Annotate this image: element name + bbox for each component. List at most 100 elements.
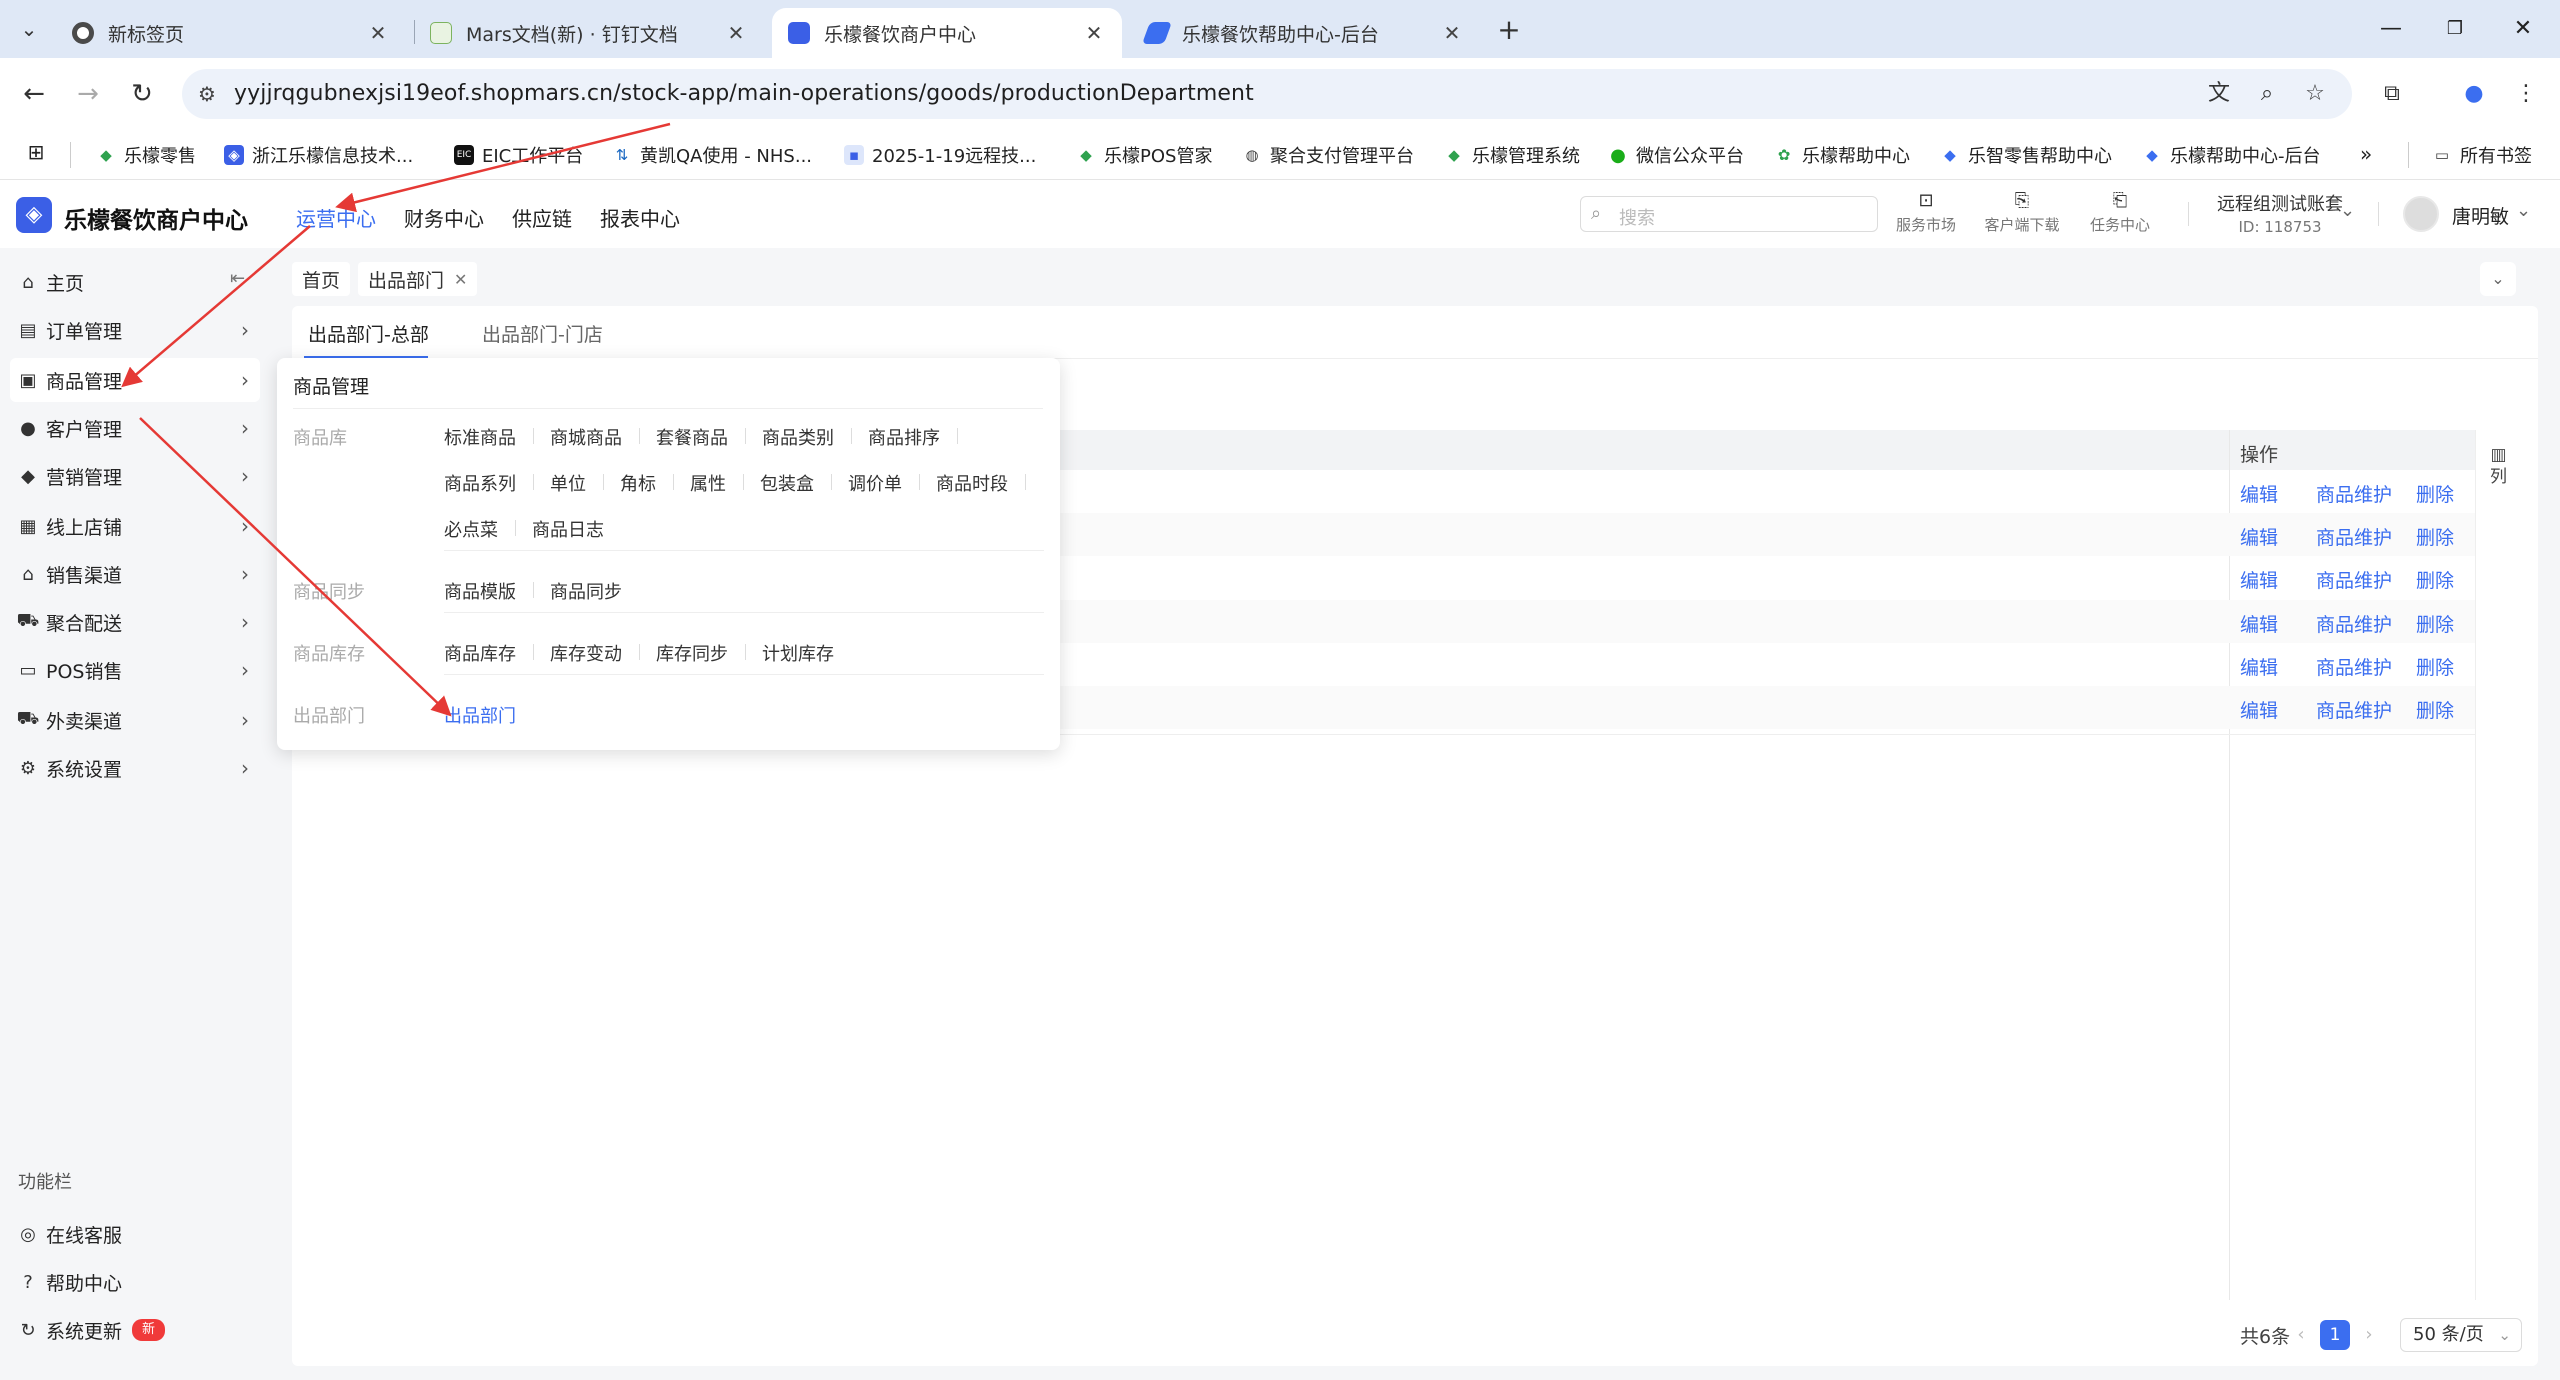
column-settings-button[interactable]: ▥ 列 (2490, 444, 2507, 488)
dropdown-menu-item[interactable]: 调价单 (848, 470, 902, 496)
browser-tab-3[interactable]: 乐檬餐饮商户中心 ✕ (772, 8, 1122, 58)
bookmark-item[interactable]: ◈ 浙江乐檬信息技术... (224, 142, 413, 168)
delete-link[interactable]: 删除 (2416, 566, 2454, 593)
bookmark-item[interactable]: ✿ 乐檬帮助中心 (1774, 142, 1910, 168)
dropdown-menu-item[interactable]: 商品时段 (936, 470, 1008, 496)
next-page-icon[interactable]: › (2354, 1320, 2384, 1350)
site-info-icon[interactable]: ⚙ (198, 82, 216, 106)
browser-tab-2[interactable]: Mars文档(新) · 钉钉文档 ✕ (414, 8, 764, 58)
restore-icon[interactable]: ❐ (2440, 14, 2470, 44)
delete-link[interactable]: 删除 (2416, 610, 2454, 637)
sidebar-item-help[interactable]: ? 帮助中心 (10, 1260, 260, 1304)
edit-link[interactable]: 编辑 (2240, 480, 2278, 507)
bookmark-item[interactable]: ▪ 2025-1-19远程技... (844, 142, 1036, 168)
chevron-down-icon[interactable]: ⌄ (2340, 200, 2355, 221)
crumb-current[interactable]: 出品部门 ✕ (358, 262, 478, 296)
bookmark-item[interactable]: EIC EIC工作平台 (454, 142, 583, 168)
goods-maintain-link[interactable]: 商品维护 (2316, 566, 2392, 593)
goods-maintain-link[interactable]: 商品维护 (2316, 696, 2392, 723)
translate-icon[interactable]: 文 (2204, 79, 2234, 109)
edit-link[interactable]: 编辑 (2240, 566, 2278, 593)
close-tab-icon[interactable]: ✕ (454, 270, 467, 289)
delete-link[interactable]: 删除 (2416, 523, 2454, 550)
dropdown-menu-item[interactable]: 商城商品 (550, 424, 622, 450)
sidebar-item-online-support[interactable]: ◎ 在线客服 (10, 1212, 260, 1256)
goods-maintain-link[interactable]: 商品维护 (2316, 523, 2392, 550)
delete-link[interactable]: 删除 (2416, 480, 2454, 507)
user-name[interactable]: 唐明敏 (2452, 202, 2509, 229)
page-size-select[interactable]: 50 条/页 ⌄ (2400, 1318, 2522, 1352)
dropdown-menu-item[interactable]: 商品系列 (444, 470, 516, 496)
dropdown-menu-item[interactable]: 单位 (550, 470, 586, 496)
crumb-home[interactable]: 首页 (292, 262, 351, 296)
nav-reports[interactable]: 报表中心 (600, 203, 680, 232)
nav-supply-chain[interactable]: 供应链 (512, 203, 572, 232)
dropdown-menu-item[interactable]: 角标 (620, 470, 656, 496)
sidebar-item-settings[interactable]: ⚙ 系统设置 › (10, 746, 260, 790)
dropdown-menu-item[interactable]: 必点菜 (444, 516, 498, 542)
tab-headquarters[interactable]: 出品部门-总部 (308, 320, 429, 347)
sidebar-item-takeout[interactable]: ⛟ 外卖渠道 › (10, 698, 260, 742)
extensions-icon[interactable]: ⧉ (2374, 76, 2410, 112)
edit-link[interactable]: 编辑 (2240, 610, 2278, 637)
dropdown-menu-item[interactable]: 库存同步 (656, 640, 728, 666)
new-tab-button[interactable]: + (1492, 12, 1526, 46)
tab-search-icon[interactable]: ⌄ (12, 12, 46, 46)
sidebar-item-customers[interactable]: ● 客户管理 › (10, 406, 260, 450)
client-download-button[interactable]: ⎘ 客户端下载 (1982, 190, 2062, 235)
delete-link[interactable]: 删除 (2416, 696, 2454, 723)
chevron-down-icon[interactable]: ⌄ (2480, 262, 2516, 296)
dropdown-menu-item[interactable]: 属性 (690, 470, 726, 496)
edit-link[interactable]: 编辑 (2240, 523, 2278, 550)
bookmark-item[interactable]: ◆ 乐智零售帮助中心 (1940, 142, 2112, 168)
forward-icon[interactable]: → (70, 76, 106, 112)
dropdown-menu-item[interactable]: 库存变动 (550, 640, 622, 666)
bookmark-item[interactable]: ● 微信公众平台 (1608, 142, 1744, 168)
dropdown-menu-item[interactable]: 商品库存 (444, 640, 516, 666)
dropdown-menu-item[interactable]: 商品日志 (532, 516, 604, 542)
close-icon[interactable]: ✕ (1440, 21, 1464, 45)
sidebar-item-delivery[interactable]: ⛟ 聚合配送 › (10, 600, 260, 644)
dropdown-menu-item[interactable]: 标准商品 (444, 424, 516, 450)
reload-icon[interactable]: ↻ (124, 76, 160, 112)
page-1-button[interactable]: 1 (2320, 1320, 2350, 1350)
url-text[interactable]: yyjjrqgubnexjsi19eof.shopmars.cn/stock-a… (234, 81, 1254, 106)
bookmark-item[interactable]: ◆ 乐檬管理系统 (1444, 142, 1580, 168)
dropdown-menu-item[interactable]: 包装盒 (760, 470, 814, 496)
edit-link[interactable]: 编辑 (2240, 653, 2278, 680)
bookmark-item[interactable]: ◆ 乐檬零售 (96, 142, 196, 168)
account-switcher[interactable]: 远程组测试账套 ID: 118753 (2200, 190, 2360, 236)
goods-maintain-link[interactable]: 商品维护 (2316, 610, 2392, 637)
close-icon[interactable]: ✕ (366, 21, 390, 45)
edit-link[interactable]: 编辑 (2240, 696, 2278, 723)
task-center-button[interactable]: ⎗ 任务中心 (2080, 190, 2160, 235)
prev-page-icon[interactable]: ‹ (2286, 1320, 2316, 1350)
sidebar-item-update[interactable]: ↻ 系统更新 新 (10, 1308, 260, 1352)
more-bookmarks-icon[interactable]: » (2360, 142, 2372, 166)
minimize-icon[interactable]: — (2376, 14, 2406, 44)
apps-grid-icon[interactable]: ⊞ (26, 140, 54, 164)
dropdown-menu-item[interactable]: 套餐商品 (656, 424, 728, 450)
dropdown-menu-item[interactable]: 商品类别 (762, 424, 834, 450)
app-logo-icon[interactable]: ◈ (16, 197, 52, 233)
profile-icon[interactable]: ● (2456, 76, 2492, 112)
goods-maintain-link[interactable]: 商品维护 (2316, 653, 2392, 680)
bookmark-item[interactable]: ◆ 乐檬帮助中心-后台 (2142, 142, 2320, 168)
chevron-down-icon[interactable]: ⌄ (2516, 200, 2531, 221)
sidebar-item-home[interactable]: ⌂ 主页 (10, 260, 260, 304)
close-icon[interactable]: ✕ (1082, 21, 1106, 45)
sidebar-item-goods[interactable]: ▣ 商品管理 › (10, 358, 260, 402)
sidebar-item-marketing[interactable]: ◆ 营销管理 › (10, 454, 260, 498)
sidebar-item-online-store[interactable]: ▦ 线上店铺 › (10, 504, 260, 548)
service-market-button[interactable]: ⊡ 服务市场 (1886, 190, 1966, 235)
bookmark-item[interactable]: ⇅ 黄凯QA使用 - NHS... (612, 142, 812, 168)
nav-finance[interactable]: 财务中心 (404, 203, 484, 232)
dropdown-menu-item[interactable]: 计划库存 (762, 640, 834, 666)
sidebar-item-pos[interactable]: ▭ POS销售 › (10, 648, 260, 692)
back-icon[interactable]: ← (16, 76, 52, 112)
menu-dots-icon[interactable]: ⋮ (2508, 76, 2544, 112)
bookmark-item[interactable]: ◍ 聚合支付管理平台 (1242, 142, 1414, 168)
close-icon[interactable]: ✕ (724, 21, 748, 45)
address-bar[interactable]: ⚙ yyjjrqgubnexjsi19eof.shopmars.cn/stock… (182, 69, 2352, 119)
zoom-icon[interactable]: ⌕ (2252, 79, 2282, 109)
